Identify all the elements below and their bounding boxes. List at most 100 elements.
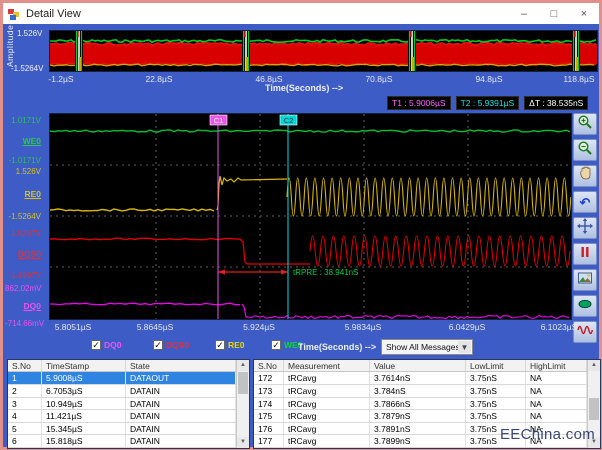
channel-value-label: 862.02mV (5, 284, 41, 293)
column-header[interactable]: TimeStamp (42, 360, 126, 371)
cursors-icon (577, 244, 593, 265)
axis-tick-label: 5.9834µS (345, 322, 382, 332)
table-cell: 3.7866nS (370, 398, 466, 410)
pan-button[interactable] (573, 165, 597, 187)
t2-readout: T2 : 5.9391µS (456, 96, 520, 110)
channel-checkbox-dqs0[interactable]: ✓DQS0 (153, 340, 189, 350)
timestamp-table-scrollbar[interactable]: ▲ ▼ (236, 360, 249, 448)
table-cell: 5 (8, 423, 42, 435)
table-cell: DATAIN (126, 410, 236, 422)
table-cell: 11.421µS (42, 410, 126, 422)
channel-checkbox-re0[interactable]: ✓RE0 (215, 340, 245, 350)
table-cell: 2 (8, 385, 42, 397)
messages-dropdown-value: Show All Messages (386, 342, 460, 352)
zoom-out-button[interactable] (573, 139, 597, 161)
watermark: EEChina.com (500, 426, 595, 443)
snapshot-button[interactable] (573, 269, 597, 291)
table-cell: 3.784nS (370, 385, 466, 397)
t1-readout: T1 : 5.9006µS (387, 96, 451, 110)
channel-checkbox-label: DQS0 (166, 340, 189, 350)
table-cell: 174 (254, 398, 284, 410)
chevron-down-icon[interactable]: ▼ (458, 341, 471, 353)
column-header[interactable]: S.No (8, 360, 42, 371)
table-cell: tRCavg (284, 423, 370, 435)
column-header[interactable]: Value (370, 360, 466, 371)
checkbox-icon[interactable]: ✓ (271, 340, 281, 350)
svg-text:C1: C1 (214, 116, 224, 125)
axis-tick-label: 6.1023µS (541, 322, 578, 332)
table-row[interactable]: 310.949µSDATAIN (8, 398, 236, 411)
channel-checkbox-dq0[interactable]: ✓DQ0 (91, 340, 121, 350)
table-row[interactable]: 411.421µSDATAIN (8, 410, 236, 423)
column-header[interactable]: S.No (254, 360, 284, 371)
axis-tick-label: 94.8µS (475, 74, 502, 84)
checkbox-icon[interactable]: ✓ (153, 340, 163, 350)
table-row[interactable]: 26.7053µSDATAIN (8, 385, 236, 398)
cursors-button[interactable] (573, 243, 597, 265)
trpre-annotation: tRPRE : 38.941nS (293, 268, 358, 277)
scrollbar-thumb[interactable] (238, 372, 248, 394)
close-button[interactable]: × (569, 3, 599, 24)
delta-t-readout: ΔT : 38.535nS (524, 96, 588, 110)
table-row[interactable]: 175tRCavg3.7879nS3.75nSNA (254, 410, 587, 423)
table-row[interactable]: 615.818µSDATAIN (8, 435, 236, 448)
axis-tick-label: 5.8051µS (55, 322, 92, 332)
table-cell: 3 (8, 398, 42, 410)
table-cell: 5.9008µS (42, 372, 126, 384)
zoom-in-icon (577, 114, 593, 135)
channel-checkbox-label: RE0 (228, 340, 245, 350)
table-row[interactable]: 15.9008µSDATAOUT (8, 372, 236, 385)
zoom-in-button[interactable] (573, 113, 597, 135)
ellipse-button[interactable] (573, 295, 597, 317)
table-cell: 176 (254, 423, 284, 435)
table-row[interactable]: 172tRCavg3.7614nS3.75nSNA (254, 372, 587, 385)
zoom-out-icon (577, 140, 593, 161)
table-cell: 3.7891nS (370, 423, 466, 435)
messages-dropdown[interactable]: Show All Messages ▼ (381, 339, 473, 355)
table-cell: NA (526, 410, 587, 422)
cursor-readouts: T1 : 5.9006µS T2 : 5.9391µS ΔT : 38.535n… (387, 96, 588, 110)
axis-tick-label: -1.2µS (48, 74, 73, 84)
table-cell: 3.7899nS (370, 435, 466, 447)
cursor-c2-badge[interactable]: C2 (280, 115, 297, 125)
checkbox-icon[interactable]: ✓ (91, 340, 101, 350)
overview-vmin-label: -1.5264V (11, 64, 43, 73)
detail-plot[interactable]: tRPRE : 38.941nS C1 C2 (49, 113, 572, 320)
channel-name-label: WE0 (5, 136, 41, 146)
table-cell: 175 (254, 410, 284, 422)
table-cell: 177 (254, 435, 284, 447)
channel-checkbox-label: DQ0 (104, 340, 121, 350)
minimize-button[interactable]: – (509, 3, 539, 24)
overview-plot[interactable] (49, 30, 598, 72)
scroll-up-icon[interactable]: ▲ (588, 360, 600, 371)
table-cell: NA (526, 372, 587, 384)
undo-button[interactable]: ↶ (573, 191, 597, 213)
column-header[interactable]: Measurement (284, 360, 370, 371)
axis-tick-label: 6.0429µS (449, 322, 486, 332)
waveform-icon (577, 322, 593, 343)
table-row[interactable]: 515.345µSDATAIN (8, 423, 236, 436)
table-cell: 173 (254, 385, 284, 397)
checkbox-icon[interactable]: ✓ (215, 340, 225, 350)
undo-icon: ↶ (580, 196, 591, 209)
scroll-down-icon[interactable]: ▼ (237, 437, 249, 448)
table-cell: tRCavg (284, 398, 370, 410)
column-header[interactable]: HighLimit (526, 360, 587, 371)
table-row[interactable]: 174tRCavg3.7866nS3.75nSNA (254, 398, 587, 411)
move-button[interactable] (573, 217, 597, 239)
column-header[interactable]: State (126, 360, 236, 371)
overview-waveform (50, 31, 597, 71)
table-row[interactable]: 173tRCavg3.784nS3.75nSNA (254, 385, 587, 398)
titlebar: Detail View – □ × (3, 3, 599, 24)
table-cell: tRCavg (284, 435, 370, 447)
column-header[interactable]: LowLimit (466, 360, 526, 371)
maximize-button[interactable]: □ (539, 3, 569, 24)
table-cell: 3.75nS (466, 372, 526, 384)
table-cell: 3.75nS (466, 398, 526, 410)
table-cell: DATAIN (126, 398, 236, 410)
scroll-up-icon[interactable]: ▲ (237, 360, 249, 371)
timestamp-table: S.NoTimeStampState 15.9008µSDATAOUT26.70… (7, 359, 250, 449)
axis-tick-label: 70.8µS (365, 74, 392, 84)
scrollbar-thumb[interactable] (589, 398, 599, 420)
cursor-c1-badge[interactable]: C1 (210, 115, 227, 125)
